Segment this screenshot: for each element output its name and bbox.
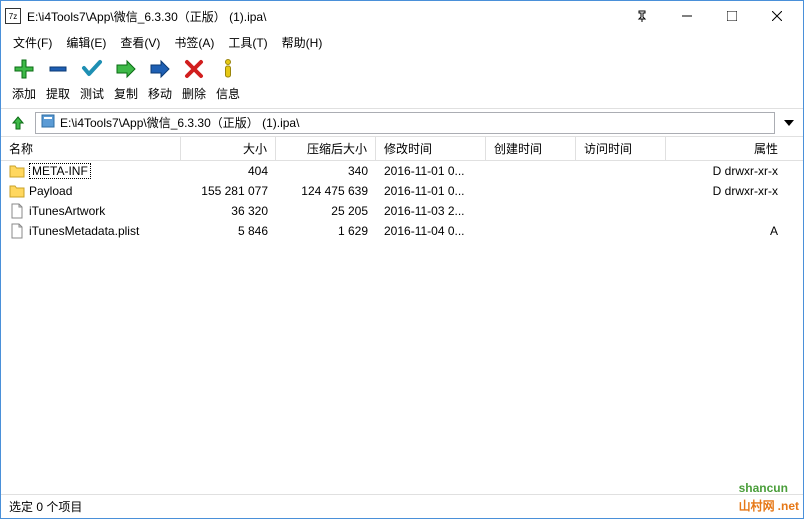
col-created[interactable]: 创建时间 <box>486 137 576 160</box>
file-created <box>486 221 576 241</box>
test-label: 测试 <box>80 85 104 102</box>
test-icon <box>80 57 104 81</box>
status-text: 选定 0 个项目 <box>9 498 82 515</box>
delete-label: 删除 <box>182 85 206 102</box>
copy-icon <box>114 57 138 81</box>
extract-button[interactable]: 提取 <box>43 57 73 102</box>
file-icon <box>9 223 25 239</box>
file-size: 36 320 <box>181 201 276 221</box>
file-modified: 2016-11-04 0... <box>376 221 486 241</box>
file-accessed <box>576 181 666 201</box>
minimize-button[interactable] <box>664 2 709 30</box>
col-packed[interactable]: 压缩后大小 <box>276 137 376 160</box>
folder-icon <box>9 163 25 179</box>
file-list: 名称 大小 压缩后大小 修改时间 创建时间 访问时间 属性 META-INF 40… <box>1 137 803 494</box>
file-row[interactable]: Payload 155 281 077124 475 6392016-11-01 … <box>1 181 803 201</box>
up-button[interactable] <box>7 112 29 134</box>
add-label: 添加 <box>12 85 36 102</box>
file-accessed <box>576 201 666 221</box>
add-icon <box>12 57 36 81</box>
toolbar: 添加 提取 测试 复制 移动 删除 信息 <box>1 53 803 109</box>
file-name: iTunesArtwork <box>29 204 105 218</box>
file-created <box>486 161 576 181</box>
move-icon <box>148 57 172 81</box>
file-packed: 1 629 <box>276 221 376 241</box>
app-icon: 7z <box>5 8 21 24</box>
menu-bookmarks[interactable]: 书签(A) <box>168 32 220 53</box>
file-size: 5 846 <box>181 221 276 241</box>
menu-help[interactable]: 帮助(H) <box>276 32 329 53</box>
pathbar: E:\i4Tools7\App\微信_6.3.30（正版） (1).ipa\ <box>1 109 803 137</box>
file-attr: D drwxr-xr-x <box>666 161 786 181</box>
file-size: 155 281 077 <box>181 181 276 201</box>
file-name: iTunesMetadata.plist <box>29 224 139 238</box>
file-modified: 2016-11-01 0... <box>376 181 486 201</box>
file-packed: 124 475 639 <box>276 181 376 201</box>
file-modified: 2016-11-01 0... <box>376 161 486 181</box>
file-packed: 340 <box>276 161 376 181</box>
extract-icon <box>46 57 70 81</box>
menu-tools[interactable]: 工具(T) <box>222 32 273 53</box>
menubar: 文件(F) 编辑(E) 查看(V) 书签(A) 工具(T) 帮助(H) <box>1 31 803 53</box>
file-created <box>486 201 576 221</box>
menu-view[interactable]: 查看(V) <box>114 32 166 53</box>
col-size[interactable]: 大小 <box>181 137 276 160</box>
delete-button[interactable]: 删除 <box>179 57 209 102</box>
file-accessed <box>576 161 666 181</box>
info-button[interactable]: 信息 <box>213 57 243 102</box>
maximize-button[interactable] <box>709 2 754 30</box>
extract-label: 提取 <box>46 85 70 102</box>
file-attr: D drwxr-xr-x <box>666 181 786 201</box>
col-attributes[interactable]: 属性 <box>666 137 786 160</box>
menu-edit[interactable]: 编辑(E) <box>60 32 112 53</box>
col-accessed[interactable]: 访问时间 <box>576 137 666 160</box>
file-attr: A <box>666 221 786 241</box>
column-headers: 名称 大小 压缩后大小 修改时间 创建时间 访问时间 属性 <box>1 137 803 161</box>
file-size: 404 <box>181 161 276 181</box>
file-name: Payload <box>29 184 72 198</box>
folder-icon <box>9 183 25 199</box>
copy-button[interactable]: 复制 <box>111 57 141 102</box>
close-button[interactable] <box>754 2 799 30</box>
file-created <box>486 181 576 201</box>
file-row[interactable]: META-INF 4043402016-11-01 0... D drwxr-xr-… <box>1 161 803 181</box>
file-attr <box>666 201 786 221</box>
delete-icon <box>182 57 206 81</box>
menu-file[interactable]: 文件(F) <box>7 32 58 53</box>
titlebar: 7z E:\i4Tools7\App\微信_6.3.30（正版） (1).ipa… <box>1 1 803 31</box>
file-icon <box>9 203 25 219</box>
path-dropdown[interactable] <box>781 112 797 134</box>
info-icon <box>216 57 240 81</box>
file-packed: 25 205 <box>276 201 376 221</box>
file-modified: 2016-11-03 2... <box>376 201 486 221</box>
file-accessed <box>576 221 666 241</box>
path-input[interactable]: E:\i4Tools7\App\微信_6.3.30（正版） (1).ipa\ <box>35 112 775 134</box>
pin-button[interactable] <box>619 2 664 30</box>
move-button[interactable]: 移动 <box>145 57 175 102</box>
move-label: 移动 <box>148 85 172 102</box>
file-row[interactable]: iTunesArtwork 36 32025 2052016-11-03 2... <box>1 201 803 221</box>
path-text: E:\i4Tools7\App\微信_6.3.30（正版） (1).ipa\ <box>60 114 299 131</box>
copy-label: 复制 <box>114 85 138 102</box>
file-row[interactable]: iTunesMetadata.plist 5 8461 6292016-11-04… <box>1 221 803 241</box>
test-button[interactable]: 测试 <box>77 57 107 102</box>
add-button[interactable]: 添加 <box>9 57 39 102</box>
info-label: 信息 <box>216 85 240 102</box>
archive-icon <box>40 113 56 132</box>
col-name[interactable]: 名称 <box>1 137 181 160</box>
statusbar: 选定 0 个项目 <box>1 494 803 518</box>
window-title: E:\i4Tools7\App\微信_6.3.30（正版） (1).ipa\ <box>27 8 619 25</box>
col-modified[interactable]: 修改时间 <box>376 137 486 160</box>
file-name: META-INF <box>29 164 91 178</box>
